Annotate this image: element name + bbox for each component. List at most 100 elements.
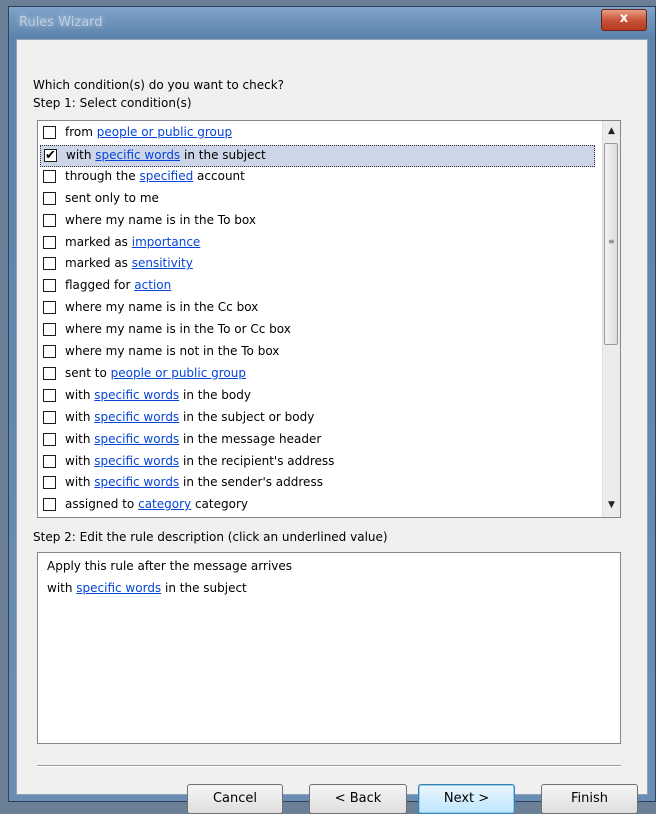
condition-text: sent to people or public group xyxy=(65,366,246,380)
condition-checkbox[interactable] xyxy=(43,191,56,205)
condition-text-post: in the subject or body xyxy=(179,409,315,424)
condition-checkbox[interactable] xyxy=(43,323,56,337)
description-line-1: Apply this rule after the message arrive… xyxy=(47,559,293,573)
finish-button[interactable]: Finish xyxy=(541,784,638,814)
scroll-up-button[interactable]: ▲ xyxy=(603,123,620,140)
condition-text: with specific words in the sender's addr… xyxy=(65,475,323,489)
condition-row[interactable]: flagged for action xyxy=(38,276,598,298)
condition-text: where my name is in the To or Cc box xyxy=(65,322,291,336)
condition-text-post: in the subject xyxy=(180,147,266,162)
cancel-button[interactable]: Cancel xyxy=(187,784,283,814)
condition-text-pre: sent only to me xyxy=(65,190,159,205)
condition-text-pre: from xyxy=(65,125,97,139)
condition-checkbox[interactable] xyxy=(43,388,56,402)
condition-row[interactable]: from people or public group xyxy=(38,123,598,145)
condition-text-post: account xyxy=(193,168,245,183)
condition-checkbox[interactable] xyxy=(43,213,56,227)
condition-checkbox[interactable] xyxy=(43,432,56,446)
condition-text-pre: where my name is in the To or Cc box xyxy=(65,322,291,337)
back-button[interactable]: < Back xyxy=(309,784,407,814)
condition-row[interactable]: ✔ with specific words in the subject xyxy=(40,144,595,167)
condition-row[interactable]: with specific words in the subject or bo… xyxy=(38,408,598,430)
scroll-up-icon: ▲ xyxy=(608,126,615,136)
title-bar[interactable]: Rules Wizard x xyxy=(9,7,655,39)
condition-link[interactable]: specific words xyxy=(94,432,179,446)
condition-text: with specific words in the recipient's a… xyxy=(65,454,334,468)
condition-checkbox[interactable] xyxy=(43,498,56,512)
condition-row[interactable]: where my name is in the To box xyxy=(38,211,598,233)
condition-row[interactable]: marked as sensitivity xyxy=(38,254,598,276)
condition-text-pre: where my name is not in the To box xyxy=(65,344,280,358)
condition-text: where my name is in the Cc box xyxy=(65,300,258,314)
condition-text-pre: with xyxy=(65,475,95,490)
condition-text-post: in the message header xyxy=(179,431,322,446)
scroll-thumb[interactable]: ≡ xyxy=(604,143,618,345)
condition-text: with specific words in the subject or bo… xyxy=(65,410,314,424)
condition-row[interactable]: sent to people or public group xyxy=(38,364,598,386)
condition-text-pre: through the xyxy=(65,168,140,183)
condition-text: with specific words in the message heade… xyxy=(65,432,321,446)
condition-row[interactable]: assigned to category category xyxy=(38,495,598,517)
condition-row[interactable]: where my name is in the To or Cc box xyxy=(38,320,598,342)
condition-checkbox[interactable] xyxy=(43,301,56,315)
condition-text-pre: with xyxy=(66,147,96,162)
condition-text: assigned to category category xyxy=(65,497,248,511)
condition-text-pre: assigned to xyxy=(65,497,139,512)
specific-words-link[interactable]: specific words xyxy=(76,581,161,595)
condition-text-pre: with xyxy=(65,409,95,424)
condition-row[interactable]: sent only to me xyxy=(38,189,598,211)
condition-link[interactable]: specified xyxy=(139,169,193,183)
vertical-scrollbar[interactable]: ▲ ≡ ▼ xyxy=(602,121,620,517)
condition-row[interactable]: with specific words in the message heade… xyxy=(38,430,598,452)
conditions-list[interactable]: from people or public group ✔ with specifi… xyxy=(37,120,621,518)
condition-link[interactable]: category xyxy=(138,497,191,511)
condition-row[interactable]: with specific words in the body xyxy=(38,386,598,408)
condition-row[interactable]: with specific words in the sender's addr… xyxy=(38,473,598,495)
condition-link[interactable]: people or public group xyxy=(97,125,232,139)
condition-checkbox[interactable] xyxy=(43,169,56,183)
description-line-2-post: in the subject xyxy=(161,581,247,595)
description-line-2-pre: with xyxy=(47,581,77,595)
condition-link[interactable]: specific words xyxy=(94,410,179,424)
condition-checkbox[interactable] xyxy=(43,279,56,293)
dialog-window: Rules Wizard x Which condition(s) do you… xyxy=(8,6,656,814)
condition-text: marked as sensitivity xyxy=(65,256,193,270)
condition-row[interactable]: marked as importance xyxy=(38,233,598,255)
condition-row[interactable]: with specific words in the recipient's a… xyxy=(38,452,598,474)
condition-checkbox[interactable] xyxy=(43,257,56,271)
close-button[interactable]: x xyxy=(601,9,647,31)
condition-text: where my name is in the To box xyxy=(65,213,256,227)
condition-checkbox[interactable] xyxy=(43,366,56,380)
condition-checkbox[interactable] xyxy=(43,476,56,490)
condition-checkbox[interactable] xyxy=(43,410,56,424)
condition-text-post: in the sender's address xyxy=(179,475,323,490)
separator xyxy=(37,765,621,767)
condition-text-pre: flagged for xyxy=(65,278,135,293)
condition-checkbox[interactable] xyxy=(43,126,56,139)
condition-row[interactable]: through the specified account xyxy=(38,167,598,189)
condition-link[interactable]: specific words xyxy=(94,388,179,402)
condition-link[interactable]: specific words xyxy=(94,454,179,468)
condition-text-pre: where my name is in the To box xyxy=(65,212,256,227)
condition-row[interactable]: where my name is not in the To box xyxy=(38,342,598,364)
close-icon: x xyxy=(619,11,629,26)
step2-label: Step 2: Edit the rule description (click… xyxy=(33,530,388,544)
next-button[interactable]: Next > xyxy=(418,784,515,814)
condition-checkbox[interactable] xyxy=(43,345,56,358)
condition-link[interactable]: people or public group xyxy=(111,366,246,380)
condition-prompt: Which condition(s) do you want to check? xyxy=(33,78,285,92)
condition-link[interactable]: importance xyxy=(132,235,201,249)
condition-link[interactable]: action xyxy=(134,278,171,292)
condition-checkbox[interactable]: ✔ xyxy=(44,148,57,162)
condition-link[interactable]: specific words xyxy=(95,148,180,162)
scroll-down-button[interactable]: ▼ xyxy=(603,497,620,514)
condition-checkbox[interactable] xyxy=(43,454,56,468)
condition-link[interactable]: sensitivity xyxy=(132,256,193,270)
condition-text: sent only to me xyxy=(65,191,159,205)
condition-checkbox[interactable] xyxy=(43,235,56,249)
condition-text-pre: marked as xyxy=(65,256,132,271)
condition-link[interactable]: specific words xyxy=(94,475,179,489)
condition-text-pre: sent to xyxy=(65,365,111,380)
condition-row[interactable]: where my name is in the Cc box xyxy=(38,298,598,320)
condition-text-pre: with xyxy=(65,431,95,446)
